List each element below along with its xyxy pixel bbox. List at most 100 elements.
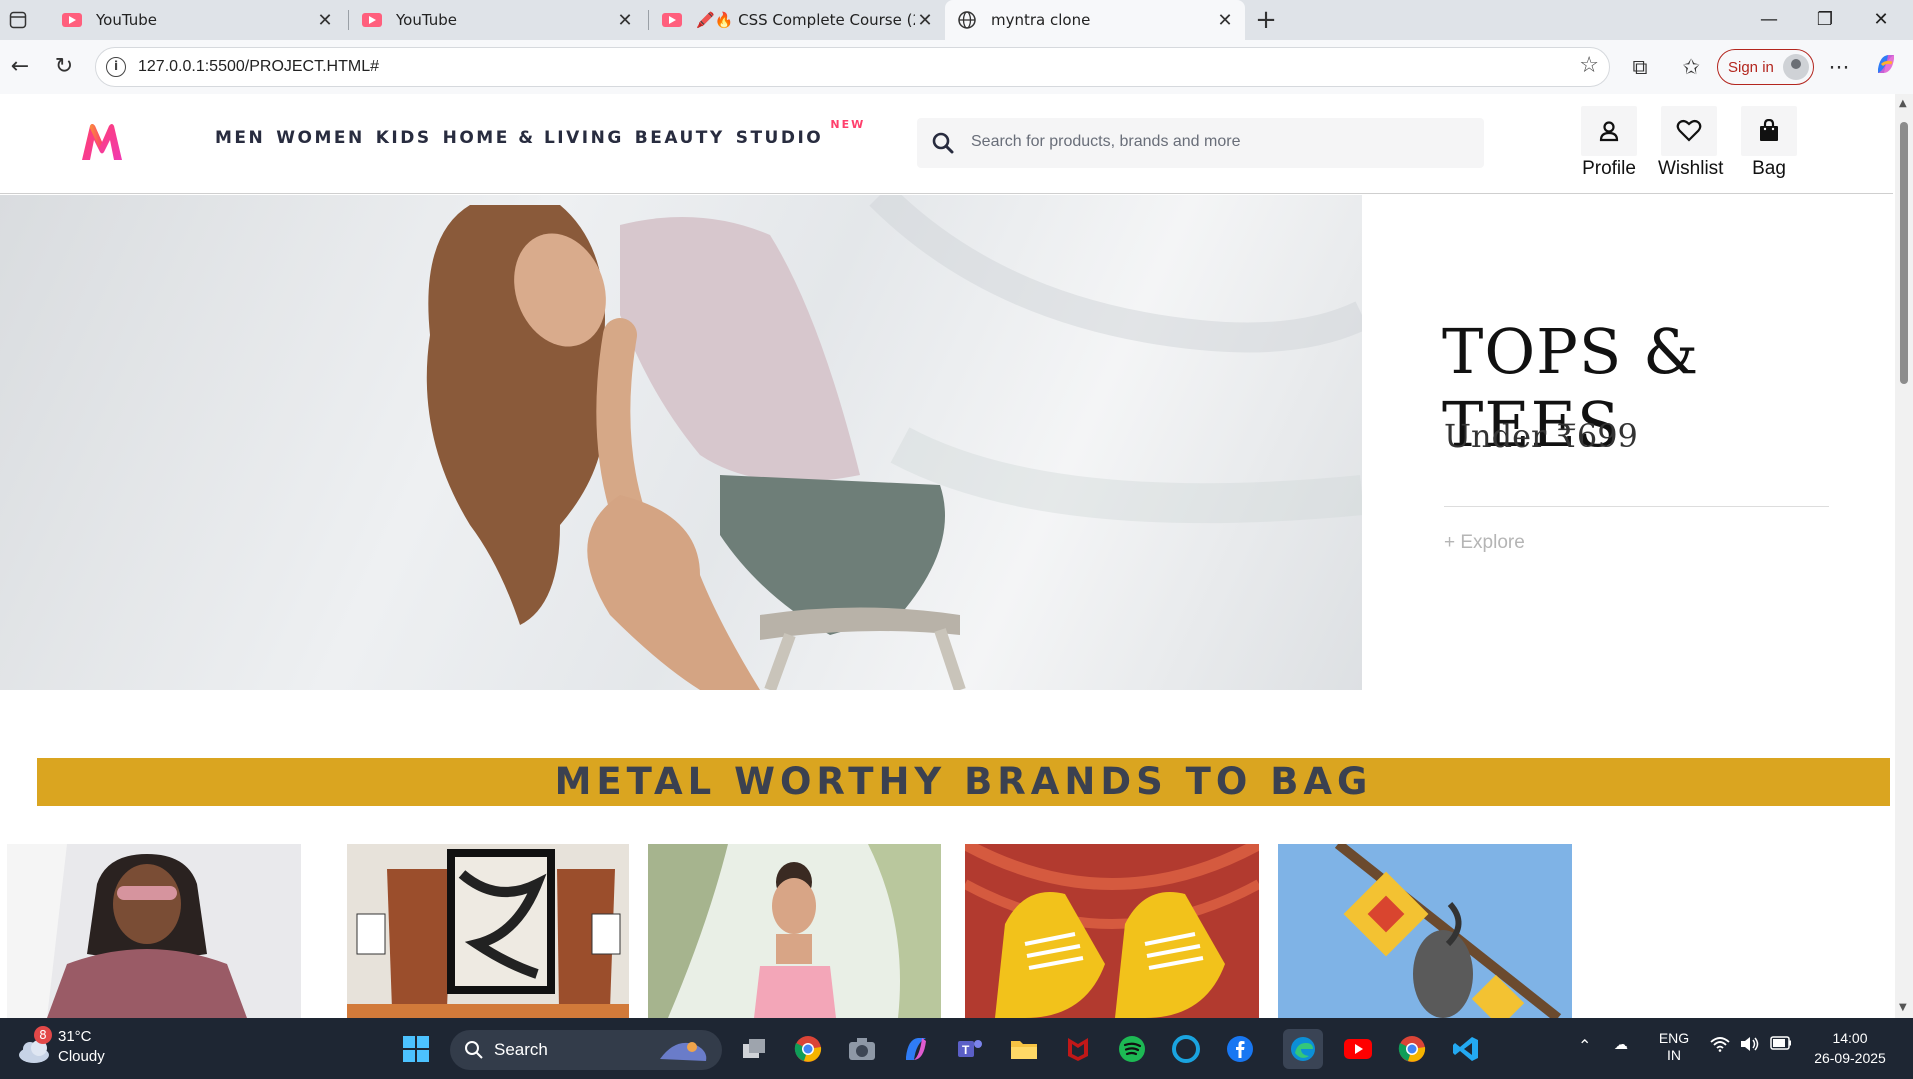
brand-card[interactable] [7,844,301,1018]
bag-label: Bag [1752,158,1786,179]
search-highlight-icon [660,1042,707,1061]
brand-card[interactable] [1278,844,1572,1018]
scroll-down-icon[interactable]: ▼ [1899,1002,1909,1013]
minimize-button[interactable]: — [1741,0,1797,40]
profile-avatar-icon [1783,54,1809,80]
page-scrollbar[interactable]: ▲ ▼ [1895,94,1913,1018]
weather-widget[interactable]: 8 31°C Cloudy [16,1026,136,1072]
back-button[interactable]: ← [4,51,36,83]
browser-tab[interactable]: YouTube ✕ [50,0,345,40]
sign-in-label: Sign in [1728,58,1774,76]
brand-card[interactable] [648,844,941,1018]
search-input[interactable]: Search for products, brands and more [971,133,1240,151]
language-indicator[interactable]: ENG IN [1656,1030,1692,1064]
battery-icon[interactable] [1770,1036,1792,1053]
search-icon[interactable] [931,131,955,155]
extensions-icon[interactable]: ⧉ [1624,51,1656,83]
clock-time: 14:00 [1832,1030,1868,1046]
restore-button[interactable]: ❐ [1797,0,1853,40]
copilot-app-icon[interactable] [899,1032,933,1066]
nav-item-studio-label: STUDIO [735,128,824,148]
nav-item-studio[interactable]: STUDIO NEW [735,118,864,148]
main-nav: MEN WOMEN KIDS HOME & LIVING BEAUTY STUD… [215,118,864,148]
close-icon[interactable]: ✕ [915,10,935,31]
alexa-icon[interactable] [1169,1032,1203,1066]
weather-cond: Cloudy [58,1048,105,1065]
address-bar[interactable]: i 127.0.0.1:5500/PROJECT.HTML# ☆ [95,47,1610,87]
profile-action[interactable]: Profile [1578,106,1640,180]
tray-overflow-icon[interactable]: ⌃ [1578,1036,1591,1056]
weather-badge: 8 [34,1026,52,1044]
close-icon[interactable]: ✕ [315,10,335,31]
file-explorer-icon[interactable] [1007,1032,1041,1066]
favorites-icon[interactable]: ✩ [1675,51,1707,83]
close-icon[interactable]: ✕ [615,10,635,31]
tab-divider [348,10,349,30]
teams-icon[interactable]: T [953,1032,987,1066]
tab-divider [648,10,649,30]
url-text[interactable]: 127.0.0.1:5500/PROJECT.HTML# [138,58,379,76]
hero-divider [1444,506,1829,507]
close-icon[interactable]: ✕ [1215,10,1235,31]
section-title: METAL WORTHY BRANDS TO BAG [554,760,1373,803]
taskbar-search-label: Search [494,1040,548,1059]
search-bar[interactable]: Search for products, brands and more [917,118,1484,168]
facebook-icon[interactable] [1223,1032,1257,1066]
spotify-icon[interactable] [1115,1032,1149,1066]
more-menu-icon[interactable]: ⋯ [1823,51,1855,83]
youtube-icon [362,13,382,27]
wifi-icon[interactable] [1710,1036,1730,1056]
sign-in-button[interactable]: Sign in [1717,49,1814,85]
brand-cards [0,844,1893,1018]
scroll-up-icon[interactable]: ▲ [1899,98,1909,109]
youtube-icon [662,13,682,27]
explore-link[interactable]: + Explore [1444,532,1525,554]
brand-card[interactable] [965,844,1259,1018]
brand-card[interactable] [347,844,629,1018]
browser-tab[interactable]: 🖍️🔥 CSS Complete Course (20… ✕ [650,0,945,40]
wishlist-action[interactable]: Wishlist [1658,106,1724,180]
clock[interactable]: 14:00 26-09-2025 [1800,1028,1900,1068]
browser-tab-active[interactable]: myntra clone ✕ [945,0,1245,40]
nav-item-women[interactable]: WOMEN [276,128,364,148]
browser-toolbar: ← ↻ i 127.0.0.1:5500/PROJECT.HTML# ☆ ⧉ ✩… [0,40,1913,94]
nav-item-men[interactable]: MEN [215,128,265,148]
profile-label: Profile [1582,158,1636,179]
copilot-icon[interactable] [1870,51,1902,83]
vscode-icon[interactable] [1449,1032,1483,1066]
person-icon [1581,106,1637,156]
weather-temp: 31°C [58,1028,92,1045]
chrome-icon[interactable] [791,1032,825,1066]
tab-title: 🖍️🔥 CSS Complete Course (20… [696,11,915,29]
favorite-star-icon[interactable]: ☆ [1579,53,1599,78]
hero-image [0,195,1362,690]
bag-action[interactable]: Bag [1738,106,1800,180]
mcafee-icon[interactable] [1061,1032,1095,1066]
nav-item-kids[interactable]: KIDS [376,128,432,148]
start-icon[interactable] [399,1032,433,1066]
task-view-icon[interactable] [737,1032,771,1066]
hero-banner[interactable]: TOPS & TEES Under ₹699 + Explore [0,195,1893,690]
new-badge: NEW [830,118,866,131]
taskbar-search[interactable]: Search [450,1030,722,1070]
myntra-logo[interactable] [78,122,126,162]
camera-icon[interactable] [845,1032,879,1066]
hero-text-panel: TOPS & TEES Under ₹699 + Explore [1362,195,1893,690]
tab-actions-icon[interactable] [6,8,30,32]
browser-tab[interactable]: YouTube ✕ [350,0,645,40]
nav-item-home-living[interactable]: HOME & LIVING [443,128,624,148]
wishlist-label: Wishlist [1658,158,1724,179]
volume-icon[interactable] [1740,1036,1760,1055]
nav-item-beauty[interactable]: BEAUTY [635,128,725,148]
new-tab-button[interactable]: + [1250,4,1282,36]
onedrive-icon[interactable]: ☁ [1614,1036,1628,1053]
close-window-button[interactable]: ✕ [1853,0,1909,40]
chrome-profile-icon[interactable] [1395,1032,1429,1066]
reload-button[interactable]: ↻ [48,51,80,83]
info-icon[interactable]: i [106,57,126,77]
tab-title: YouTube [396,11,457,29]
scrollbar-thumb[interactable] [1900,122,1908,384]
youtube-app-icon[interactable] [1341,1032,1375,1066]
heart-icon [1661,106,1717,156]
edge-icon[interactable] [1283,1029,1323,1069]
